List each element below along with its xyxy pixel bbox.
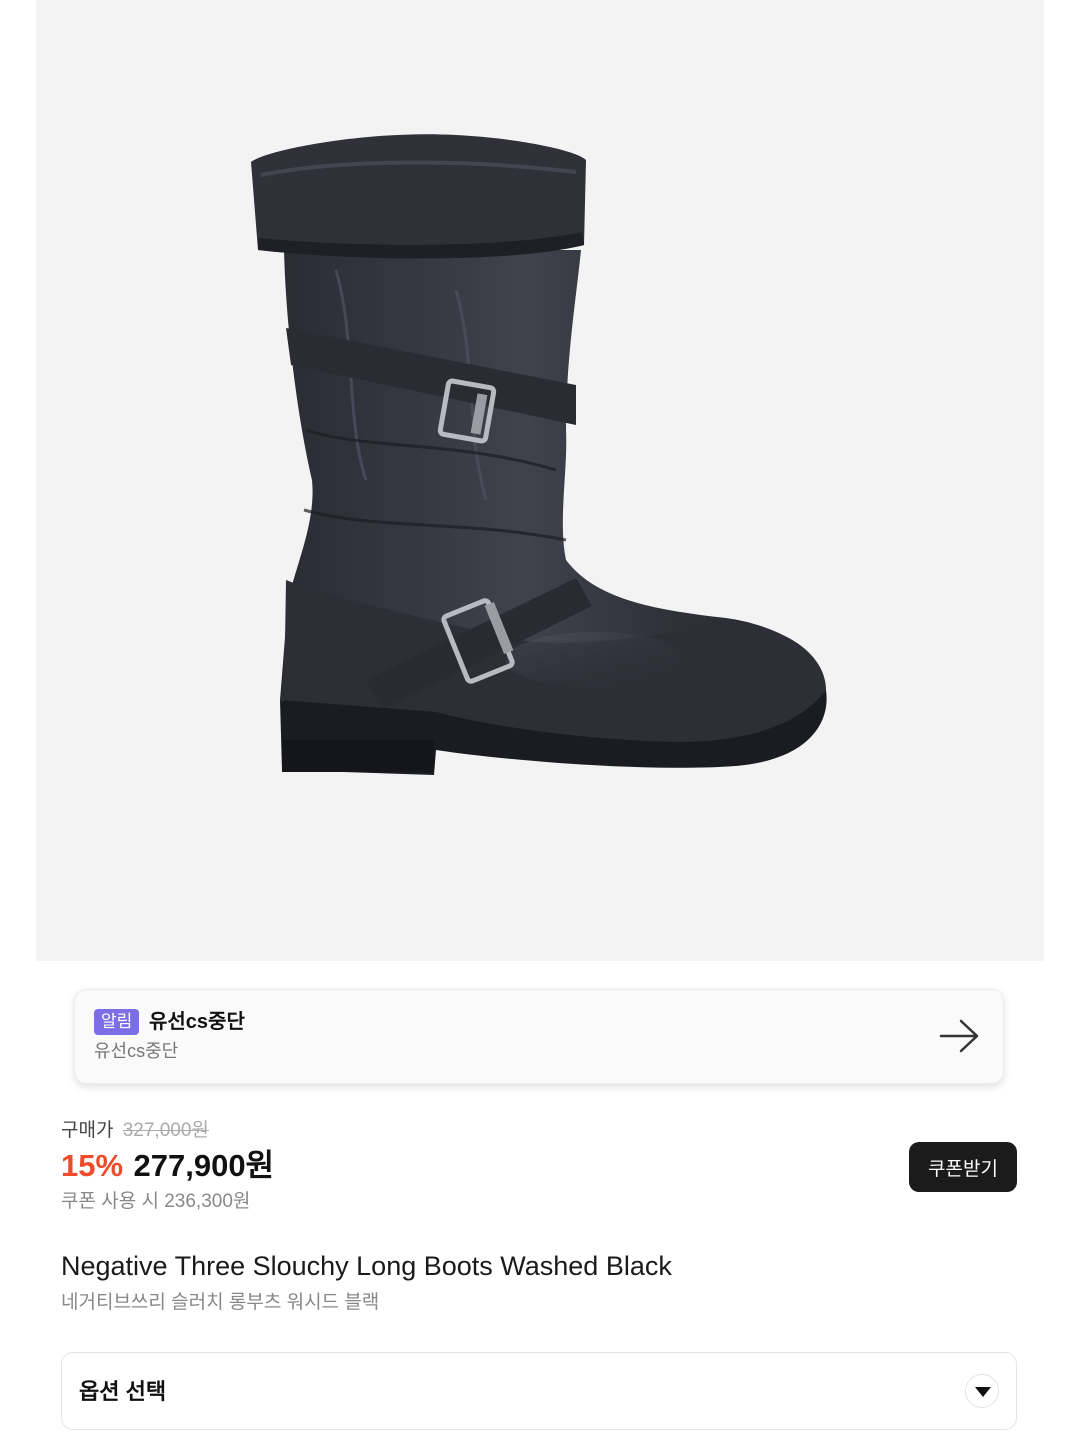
price-label: 구매가	[61, 1120, 114, 1141]
discount-rate: 15%	[61, 1148, 124, 1183]
coupon-price: 쿠폰 사용 시 236,300원	[61, 1191, 251, 1212]
original-price: 327,000원	[122, 1120, 209, 1141]
chevron-down-icon[interactable]	[965, 1374, 999, 1408]
get-coupon-button[interactable]: 쿠폰받기	[909, 1142, 1017, 1192]
product-image[interactable]	[36, 0, 1044, 961]
notice-badge: 알림	[94, 1009, 140, 1035]
price-row: 15% 277,900원	[61, 1146, 274, 1192]
option-select[interactable]: 옵션 선택	[61, 1352, 1017, 1430]
notice-title: 유선cs중단	[149, 1011, 245, 1033]
arrow-right-icon[interactable]	[937, 1016, 983, 1056]
boot-illustration	[251, 134, 827, 775]
notice-subtitle: 유선cs중단	[94, 1041, 179, 1061]
option-select-label: 옵션 선택	[79, 1379, 167, 1404]
product-name: Negative Three Slouchy Long Boots Washed…	[61, 1251, 672, 1281]
product-name-korean: 네거티브쓰리 슬러치 롱부츠 워시드 블랙	[61, 1292, 380, 1313]
price-label-row: 구매가 327,000원	[61, 1119, 209, 1143]
final-price: 277,900원	[133, 1148, 275, 1183]
notice-card[interactable]: 알림 유선cs중단 유선cs중단	[74, 989, 1004, 1084]
